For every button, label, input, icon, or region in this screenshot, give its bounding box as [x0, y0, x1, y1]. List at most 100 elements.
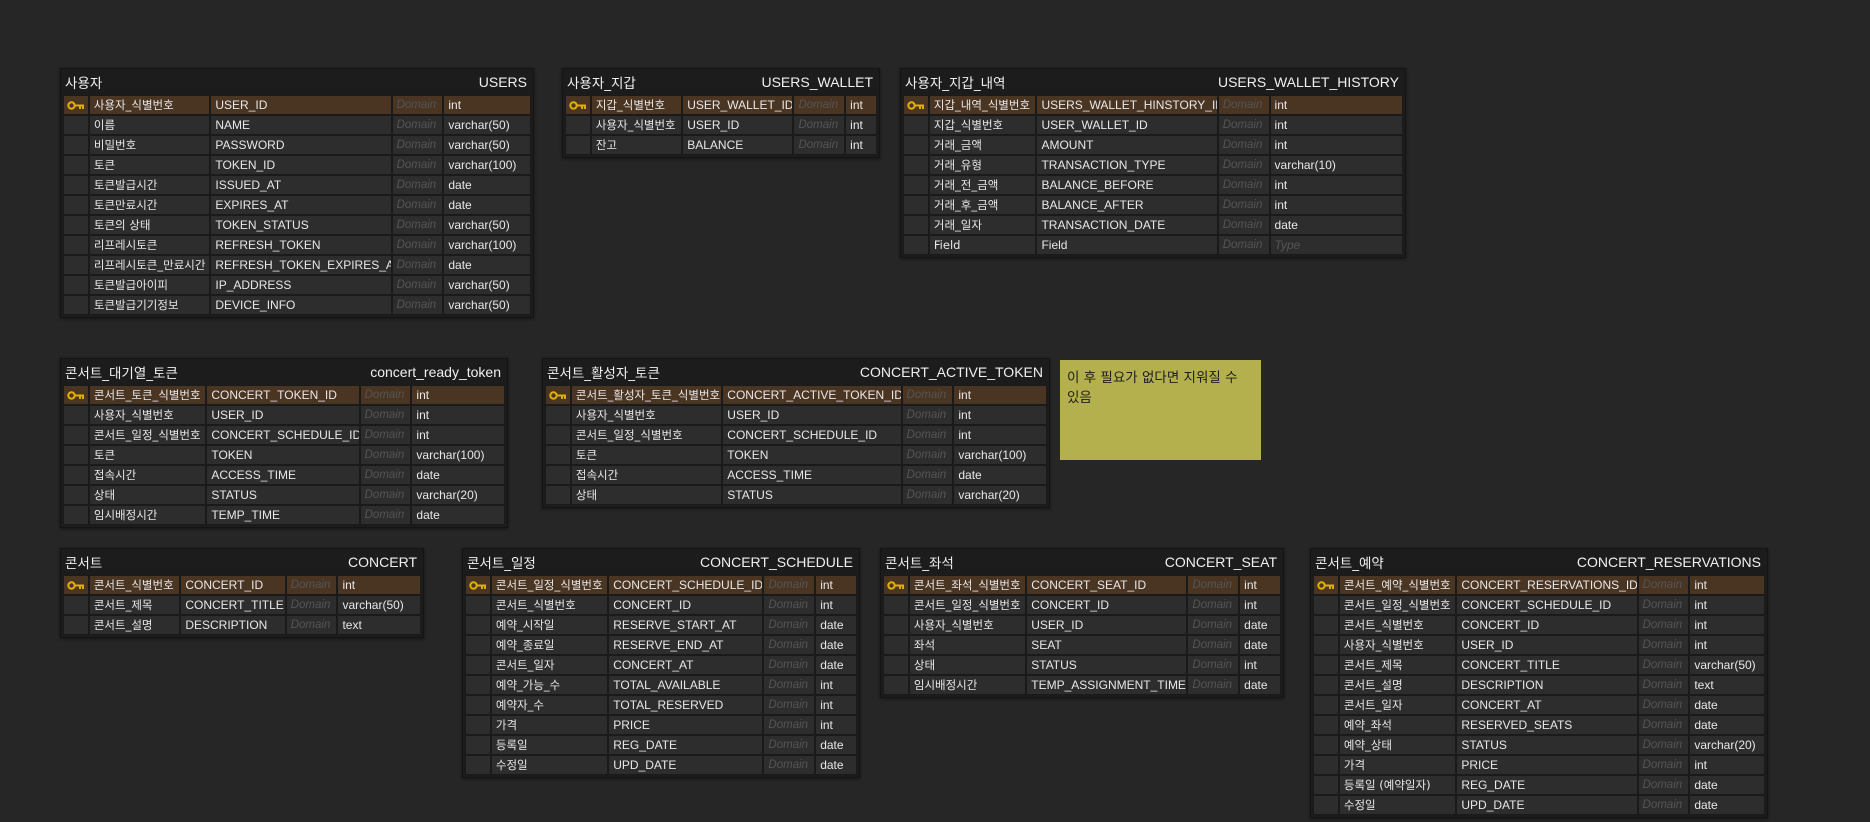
column-logical-name[interactable]: 콘서트_일정_식별번호 [490, 575, 609, 595]
entity-header[interactable]: 사용자 USERS [63, 69, 531, 95]
column-domain[interactable]: Domain [1217, 115, 1270, 135]
column-domain[interactable]: Domain [359, 485, 412, 505]
column-type[interactable]: int [1269, 95, 1403, 115]
column-physical-name[interactable]: CONCERT_TITLE [1456, 655, 1638, 675]
column-type[interactable]: int [411, 405, 505, 425]
column-logical-name[interactable]: 지갑_식별번호 [928, 115, 1037, 135]
column-logical-name[interactable]: 콘서트_설명 [1338, 675, 1457, 695]
column-type[interactable]: int [815, 715, 857, 735]
column-logical-name[interactable]: 잔고 [590, 135, 683, 155]
column-logical-name[interactable]: 콘서트_식별번호 [490, 595, 609, 615]
column-logical-name[interactable]: 토큰만료시간 [88, 195, 211, 215]
column-logical-name[interactable]: 토큰발급아이피 [88, 275, 211, 295]
column-logical-name[interactable]: 예약_상태 [1338, 735, 1457, 755]
column-row[interactable]: 가격 PRICE Domain int [1313, 755, 1765, 775]
primary-key-row[interactable]: 콘서트_토큰_식별번호 CONCERT_TOKEN_ID Domain int [63, 385, 505, 405]
column-type[interactable]: int [1269, 115, 1403, 135]
column-physical-name[interactable]: USER_ID [722, 405, 902, 425]
column-type[interactable]: date [1689, 795, 1765, 815]
column-type[interactable]: varchar(50) [443, 115, 532, 135]
column-domain[interactable]: Domain [391, 195, 444, 215]
column-row[interactable]: 예약_상태 STATUS Domain varchar(20) [1313, 735, 1765, 755]
column-domain[interactable]: Domain [763, 715, 816, 735]
column-physical-name[interactable]: NAME [210, 115, 392, 135]
column-physical-name[interactable]: CONCERT_SCHEDULE_ID [1456, 595, 1638, 615]
column-physical-name[interactable]: Field [1036, 235, 1218, 255]
column-logical-name[interactable]: 사용자_식별번호 [1338, 635, 1457, 655]
column-domain[interactable]: Domain [285, 595, 338, 615]
entity-header[interactable]: 콘서트_일정 CONCERT_SCHEDULE [465, 549, 857, 575]
column-logical-name[interactable]: 콘서트_일정_식별번호 [88, 425, 207, 445]
column-row[interactable]: 상태 STATUS Domain varchar(20) [545, 485, 1047, 505]
column-physical-name[interactable]: CONCERT_TOKEN_ID [206, 385, 360, 405]
column-logical-name[interactable]: 가격 [490, 715, 609, 735]
column-type[interactable]: int [1239, 655, 1281, 675]
column-type[interactable]: date [815, 735, 857, 755]
column-row[interactable]: 예약_시작일 RESERVE_START_AT Domain date [465, 615, 857, 635]
entity-header[interactable]: 콘서트_활성자_토큰 CONCERT_ACTIVE_TOKEN [545, 359, 1047, 385]
column-type[interactable]: int [1689, 755, 1765, 775]
column-row[interactable]: 예약_좌석 RESERVED_SEATS Domain date [1313, 715, 1765, 735]
column-type[interactable]: date [411, 465, 505, 485]
column-logical-name[interactable]: 임시배정시간 [88, 505, 207, 525]
column-domain[interactable]: Domain [793, 135, 846, 155]
column-physical-name[interactable]: CONCERT_ID [1026, 595, 1188, 615]
column-type[interactable]: varchar(100) [411, 445, 505, 465]
column-domain[interactable]: Domain [901, 445, 954, 465]
column-domain[interactable]: Domain [1187, 575, 1240, 595]
column-logical-name[interactable]: 등록일 (예약일자) [1338, 775, 1457, 795]
primary-key-row[interactable]: 콘서트_좌석_식별번호 CONCERT_SEAT_ID Domain int [883, 575, 1281, 595]
column-row[interactable]: 리프레시토큰 REFRESH_TOKEN Domain varchar(100) [63, 235, 532, 255]
column-type[interactable]: varchar(10) [1269, 155, 1403, 175]
column-logical-name[interactable]: 지갑_식별번호 [590, 95, 683, 115]
column-type[interactable]: text [1689, 675, 1765, 695]
column-row[interactable]: 사용자_식별번호 USER_ID Domain int [63, 405, 505, 425]
column-physical-name[interactable]: REFRESH_TOKEN [210, 235, 392, 255]
column-type[interactable]: varchar(50) [443, 215, 532, 235]
column-logical-name[interactable]: 좌석 [908, 635, 1027, 655]
column-logical-name[interactable]: 사용자_식별번호 [570, 405, 723, 425]
column-row[interactable]: 임시배정시간 TEMP_TIME Domain date [63, 505, 505, 525]
column-row[interactable]: 콘서트_일자 CONCERT_AT Domain date [1313, 695, 1765, 715]
column-type[interactable]: int [443, 95, 532, 115]
column-physical-name[interactable]: TOKEN [206, 445, 360, 465]
column-logical-name[interactable]: 콘서트_설명 [88, 615, 181, 635]
column-physical-name[interactable]: CONCERT_AT [1456, 695, 1638, 715]
column-row[interactable]: 좌석 SEAT Domain date [883, 635, 1281, 655]
column-type[interactable]: int [1689, 615, 1765, 635]
column-type[interactable]: varchar(100) [443, 235, 532, 255]
column-row[interactable]: 콘서트_설명 DESCRIPTION Domain text [1313, 675, 1765, 695]
column-type[interactable]: date [411, 505, 505, 525]
column-domain[interactable]: Domain [285, 615, 338, 635]
column-domain[interactable]: Domain [1637, 675, 1690, 695]
column-domain[interactable]: Domain [391, 255, 444, 275]
column-physical-name[interactable]: PASSWORD [210, 135, 392, 155]
column-row[interactable]: 수정일 UPD_DATE Domain date [465, 755, 857, 775]
column-type[interactable]: varchar(50) [337, 595, 421, 615]
column-logical-name[interactable]: 접속시간 [570, 465, 723, 485]
column-physical-name[interactable]: USERS_WALLET_HINSTORY_ID [1036, 95, 1218, 115]
column-row[interactable]: Field Field Domain Type [903, 235, 1403, 255]
column-logical-name[interactable]: 접속시간 [88, 465, 207, 485]
column-domain[interactable]: Domain [1187, 655, 1240, 675]
column-domain[interactable]: Domain [1637, 715, 1690, 735]
column-physical-name[interactable]: REG_DATE [1456, 775, 1638, 795]
column-logical-name[interactable]: 콘서트_일정_식별번호 [908, 595, 1027, 615]
column-row[interactable]: 사용자_식별번호 USER_ID Domain date [883, 615, 1281, 635]
column-type[interactable]: int [1269, 135, 1403, 155]
column-domain[interactable]: Domain [391, 295, 444, 315]
column-row[interactable]: 가격 PRICE Domain int [465, 715, 857, 735]
column-domain[interactable]: Domain [1187, 675, 1240, 695]
column-logical-name[interactable]: 사용자_식별번호 [908, 615, 1027, 635]
column-domain[interactable]: Domain [359, 405, 412, 425]
column-logical-name[interactable]: 사용자_식별번호 [590, 115, 683, 135]
column-row[interactable]: 거래_일자 TRANSACTION_DATE Domain date [903, 215, 1403, 235]
column-type[interactable]: varchar(50) [1689, 655, 1765, 675]
column-physical-name[interactable]: TEMP_ASSIGNMENT_TIME [1026, 675, 1188, 695]
primary-key-row[interactable]: 콘서트_식별번호 CONCERT_ID Domain int [63, 575, 421, 595]
column-row[interactable]: 거래_후_금액 BALANCE_AFTER Domain int [903, 195, 1403, 215]
column-row[interactable]: 상태 STATUS Domain varchar(20) [63, 485, 505, 505]
column-domain[interactable]: Domain [901, 425, 954, 445]
column-type[interactable]: int [1689, 575, 1765, 595]
column-logical-name[interactable]: 예약_좌석 [1338, 715, 1457, 735]
